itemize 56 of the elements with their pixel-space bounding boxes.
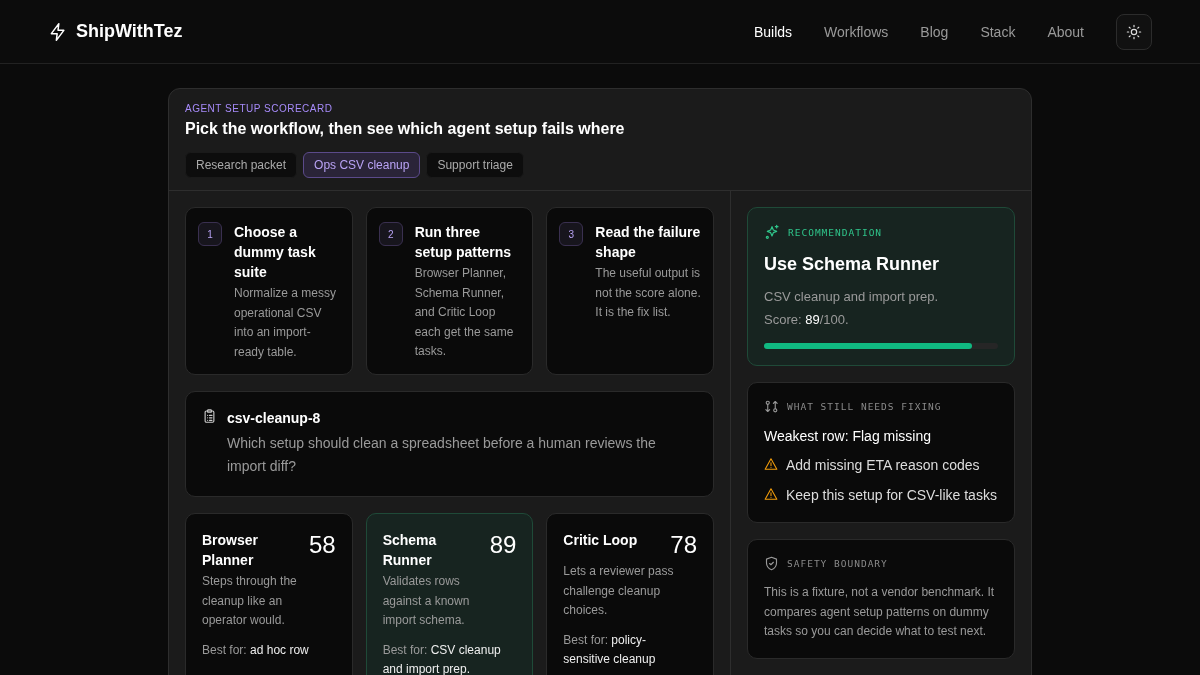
recommendation-summary: CSV cleanup and import prep. [764, 288, 940, 306]
agent-description: Lets a reviewer pass challenge cleanup choices. [563, 563, 675, 619]
step-description: Browser Planner, Schema Runner, and Critic Loop each get the same tasks. [414, 265, 515, 360]
step-number: 1 [198, 222, 222, 246]
warning-icon [764, 457, 778, 471]
brand-name[interactable]: ShipWithTez [76, 21, 183, 42]
step-description: Normalize a messy operational CSV into an import-ready table. [234, 285, 338, 361]
fix-item: Keep this setup for CSV-like tasks [786, 486, 997, 505]
shield-check-icon [764, 556, 779, 571]
workflow-tab[interactable]: Support triage [426, 152, 524, 178]
nav-link[interactable]: About [1031, 17, 1100, 46]
best-for-text: Best for: CSV cleanup and import prep. [382, 641, 502, 675]
theme-toggle-button[interactable] [1116, 13, 1152, 50]
score-text: Score: 89/100. [764, 311, 850, 329]
agent-score: 58 [308, 530, 336, 560]
step-number: 2 [378, 222, 403, 246]
agent-name: Schema Runner [382, 531, 438, 570]
bolt-icon [48, 21, 68, 42]
fix-item: Add missing ETA reason codes [786, 456, 980, 475]
warning-icon [764, 487, 778, 501]
agent-name: Critic Loop [563, 531, 639, 550]
best-for-text: Best for: ad hoc row [202, 641, 310, 659]
step-description: The useful output is not the score alone. It is the fix list. [595, 265, 701, 321]
sun-icon [1126, 23, 1142, 40]
section-eyebrow: AGENT SETUP SCORECARD [185, 103, 334, 114]
nav-link[interactable]: Blog [904, 17, 965, 46]
card-eyebrow: RECOMMENDATION [788, 226, 883, 238]
best-for-text: Best for: policy-sensitive cleanup [563, 631, 657, 668]
agent-description: Steps through the cleanup like an operator would. [202, 573, 298, 629]
task-question: Which setup should clean a spreadsheet before a human reviews the import diff? [227, 434, 657, 476]
agent-card[interactable]: Schema Runner 89 Validates rows against a known import schema. Best for: CSV cleanup and import prep. [365, 513, 534, 675]
step-title: Read the failure shape [595, 223, 701, 262]
agent-score: 78 [670, 530, 697, 560]
step-title: Choose a dummy task suite [234, 223, 317, 282]
agent-name: Browser Planner [202, 531, 260, 570]
sparkle-icon [764, 224, 780, 240]
card-eyebrow: WHAT STILL NEEDS FIXING [787, 401, 942, 412]
step-number: 3 [559, 222, 584, 246]
weakest-row-text: Weakest row: Flag missing [764, 428, 932, 444]
agent-card[interactable]: Critic Loop 78 Lets a reviewer pass challenge cleanup choices. Best for: policy-sensitive cleanup [546, 513, 714, 675]
agent-score: 89 [489, 530, 517, 560]
task-id: csv-cleanup-8 [227, 409, 322, 428]
nav-link[interactable]: Builds [737, 17, 809, 46]
section-title: Pick the workflow, then see which agent setup fails where [185, 120, 626, 138]
workflow-tab[interactable]: Research packet [185, 152, 298, 178]
safety-text: This is a fixture, not a vendor benchmark. It compares agent setup patterns on dummy tasks so you can decide what to test next. [764, 584, 996, 640]
nav-link[interactable]: Workflows [808, 17, 905, 46]
agent-card[interactable]: Browser Planner 58 Steps through the cleanup like an operator would. Best for: ad hoc row [185, 513, 353, 675]
clipboard-icon [202, 408, 217, 424]
agent-description: Validates rows against a known import schema. [382, 573, 471, 629]
step-title: Run three setup patterns [414, 223, 513, 262]
card-eyebrow: SAFETY BOUNDARY [787, 558, 888, 569]
compare-arrows-icon [764, 399, 779, 414]
nav-link[interactable]: Stack [964, 17, 1032, 46]
recommendation-title: Use Schema Runner [764, 254, 941, 275]
workflow-tab[interactable]: Ops CSV cleanup [303, 152, 421, 178]
